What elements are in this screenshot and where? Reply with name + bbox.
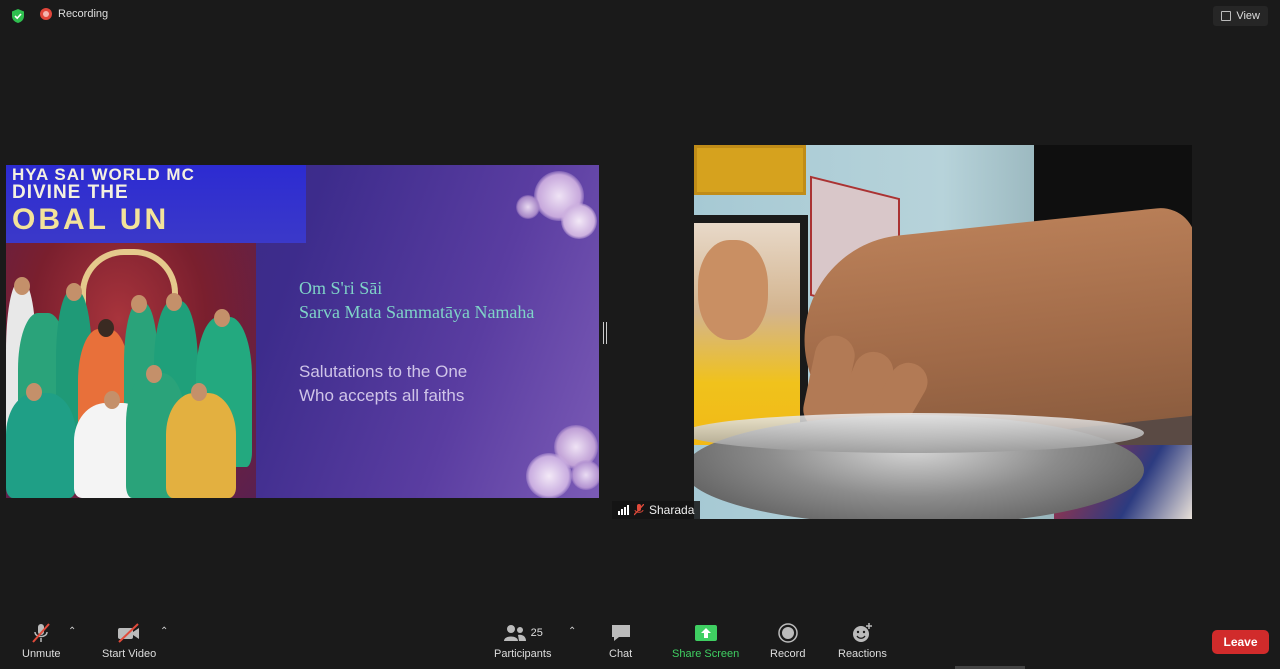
video-plate-rim (694, 413, 1144, 453)
photo-head (104, 391, 120, 409)
reactions-label: Reactions (838, 648, 887, 660)
view-label: View (1236, 10, 1260, 22)
slide-title-line-2: Sarva Mata Sammatāya Namaha (299, 302, 535, 322)
video-off-icon (118, 623, 140, 643)
shared-slide: HYA SAI WORLD MC DIVINE THE OBAL UN Om S… (6, 165, 599, 498)
record-icon (777, 623, 798, 643)
participants-count: 25 (530, 627, 543, 639)
unmute-label: Unmute (22, 648, 61, 660)
video-poster (694, 145, 806, 195)
slide-subtitle-line-2: Who accepts all faiths (299, 386, 465, 405)
recording-label: Recording (58, 8, 109, 20)
chat-label: Chat (609, 648, 633, 660)
participant-name: Sharada (649, 503, 695, 517)
photo-head (214, 309, 230, 327)
participants-button[interactable]: 25 Participants (494, 622, 551, 660)
participants-options-caret-icon[interactable]: ⌃ (568, 626, 576, 637)
leave-button[interactable]: Leave (1212, 630, 1269, 654)
group-photo (6, 243, 256, 498)
banner-line-2: DIVINE THE (12, 182, 129, 203)
banner-line-3: OBAL UN (12, 203, 170, 236)
record-dot-icon (40, 8, 52, 20)
participant-name-tag: Sharada (612, 501, 701, 519)
reactions-icon (853, 623, 873, 642)
video-options-caret-icon[interactable]: ⌃ (160, 626, 168, 637)
video-portrait-face (698, 240, 768, 340)
share-screen-label: Share Screen (672, 648, 740, 660)
participant-video[interactable] (694, 145, 1192, 519)
photo-person (6, 393, 76, 498)
muted-mic-icon (32, 623, 51, 643)
banner: HYA SAI WORLD MC DIVINE THE OBAL UN (6, 165, 306, 243)
grid-view-icon (1221, 11, 1232, 21)
muted-mic-icon (634, 504, 644, 516)
share-screen-icon (694, 625, 717, 641)
split-divider-handle[interactable] (603, 322, 607, 344)
flower-decoration (571, 460, 599, 490)
view-button[interactable]: View (1213, 6, 1268, 26)
share-screen-button[interactable]: Share Screen (672, 622, 739, 660)
recording-indicator[interactable]: Recording (40, 8, 108, 20)
record-label: Record (770, 648, 806, 660)
flower-decoration (561, 203, 597, 239)
audio-options-caret-icon[interactable]: ⌃ (68, 626, 76, 637)
participants-label: Participants (494, 648, 552, 660)
photo-head (66, 283, 82, 301)
meeting-toolbar: Unmute ⌃ Start Video ⌃ 25 Participants ⌃ (0, 614, 1280, 669)
signal-strength-icon (618, 505, 629, 515)
photo-person (166, 393, 236, 498)
slide-title-line-1: Om S'ri Sāi (299, 278, 383, 298)
photo-head (146, 365, 162, 383)
photo-head (166, 293, 182, 311)
shield-check-icon[interactable] (10, 8, 26, 24)
slide-subtitle-line-1: Salutations to the One (299, 362, 468, 381)
photo-head (14, 277, 30, 295)
flower-decoration (526, 453, 572, 498)
record-button[interactable]: Record (770, 622, 805, 660)
photo-head (191, 383, 207, 401)
start-video-button[interactable]: Start Video (102, 622, 156, 660)
photo-head (98, 319, 114, 337)
photo-head (26, 383, 42, 401)
chat-icon (611, 625, 630, 641)
chat-button[interactable]: Chat (609, 622, 632, 660)
unmute-button[interactable]: Unmute (22, 622, 61, 660)
reactions-button[interactable]: Reactions (838, 622, 887, 660)
participants-icon (503, 625, 526, 641)
flower-decoration (516, 195, 540, 219)
start-video-label: Start Video (102, 648, 157, 660)
photo-head (131, 295, 147, 313)
